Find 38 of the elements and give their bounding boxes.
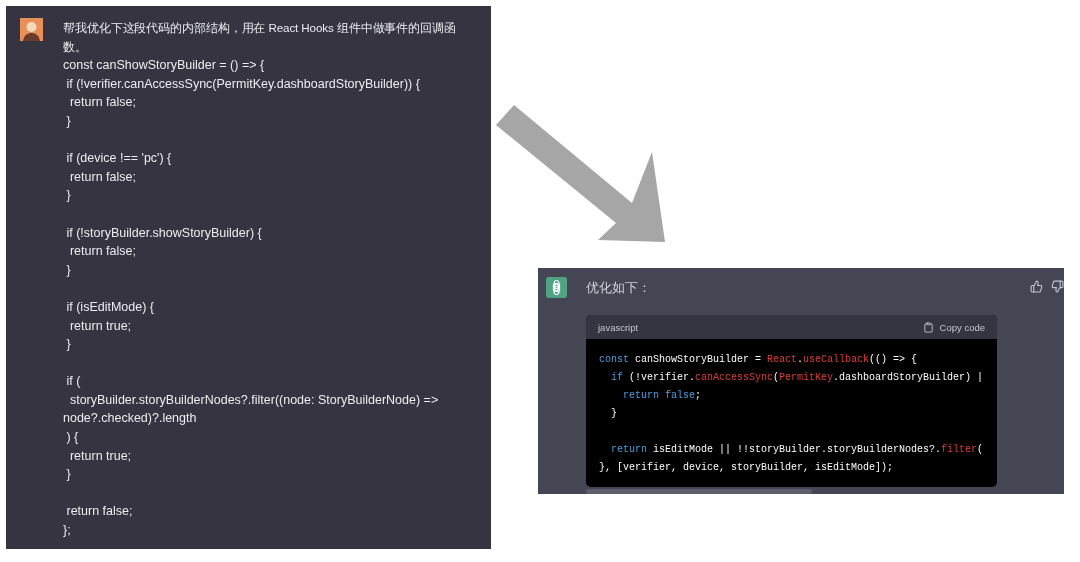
code-line: if (isEditMode) { bbox=[65, 298, 155, 316]
code-line: }, [verifier, device, storyBuilder, isEditMode]); bbox=[599, 461, 895, 476]
code-line: } bbox=[610, 407, 618, 422]
prompt-text: 帮我优化下这段代码的内部结构，用在 React Hooks 组件中做事件的回调函 bbox=[63, 20, 456, 36]
reply-text: 优化如下： bbox=[586, 280, 652, 297]
code-line: } bbox=[65, 261, 72, 279]
language-label: javascript bbox=[598, 321, 639, 333]
code-line: return false; bbox=[622, 389, 703, 404]
code-line: return false; bbox=[68, 243, 137, 261]
code-line: return isEditMode || !!storyBuilder.storyBuilderNodes?.filter( bbox=[610, 443, 985, 458]
code-line: return false; bbox=[68, 168, 137, 186]
code-line: }; bbox=[63, 522, 72, 540]
code-line: node?.checked)?.length bbox=[63, 410, 198, 428]
code-line: if (!verifier.canAccessSync(PermitKey.dashboardStoryBuilder) | bbox=[610, 371, 985, 386]
code-line: return false; bbox=[68, 94, 137, 112]
code-line: const canShowStoryBuilder = React.useCallback(() => { bbox=[599, 353, 919, 368]
code-line: return true; bbox=[68, 317, 133, 335]
prompt-text: 数。 bbox=[63, 38, 88, 55]
thumbs-down-icon[interactable] bbox=[1051, 280, 1064, 293]
code-line: ) { bbox=[65, 429, 80, 447]
copy-code-button[interactable]: Copy code bbox=[922, 321, 985, 333]
thumbs-up-icon[interactable] bbox=[1030, 280, 1043, 293]
code-line: return false; bbox=[65, 503, 134, 521]
code-line: storyBuilder.storyBuilderNodes?.filter((node: StoryBuilderNode) => bbox=[68, 391, 440, 409]
code-line: } bbox=[65, 112, 72, 130]
arrow-icon bbox=[496, 105, 665, 242]
code-line: if (device !== 'pc') { bbox=[65, 150, 173, 168]
code-line: return true; bbox=[68, 447, 133, 465]
code-line: } bbox=[65, 187, 72, 205]
code-line: if (!verifier.canAccessSync(PermitKey.dashboardStoryBuilder)) { bbox=[65, 75, 421, 93]
user-avatar-icon bbox=[20, 18, 43, 41]
code-line: if ( bbox=[65, 373, 82, 391]
code-line: if (!storyBuilder.showStoryBuilder) { bbox=[65, 224, 263, 242]
clipboard-icon bbox=[922, 321, 934, 333]
scrollbar-thumb[interactable] bbox=[586, 489, 812, 494]
code-line: } bbox=[65, 466, 72, 484]
code-line: const canShowStoryBuilder = () => { bbox=[63, 57, 266, 75]
code-line: } bbox=[65, 336, 72, 354]
